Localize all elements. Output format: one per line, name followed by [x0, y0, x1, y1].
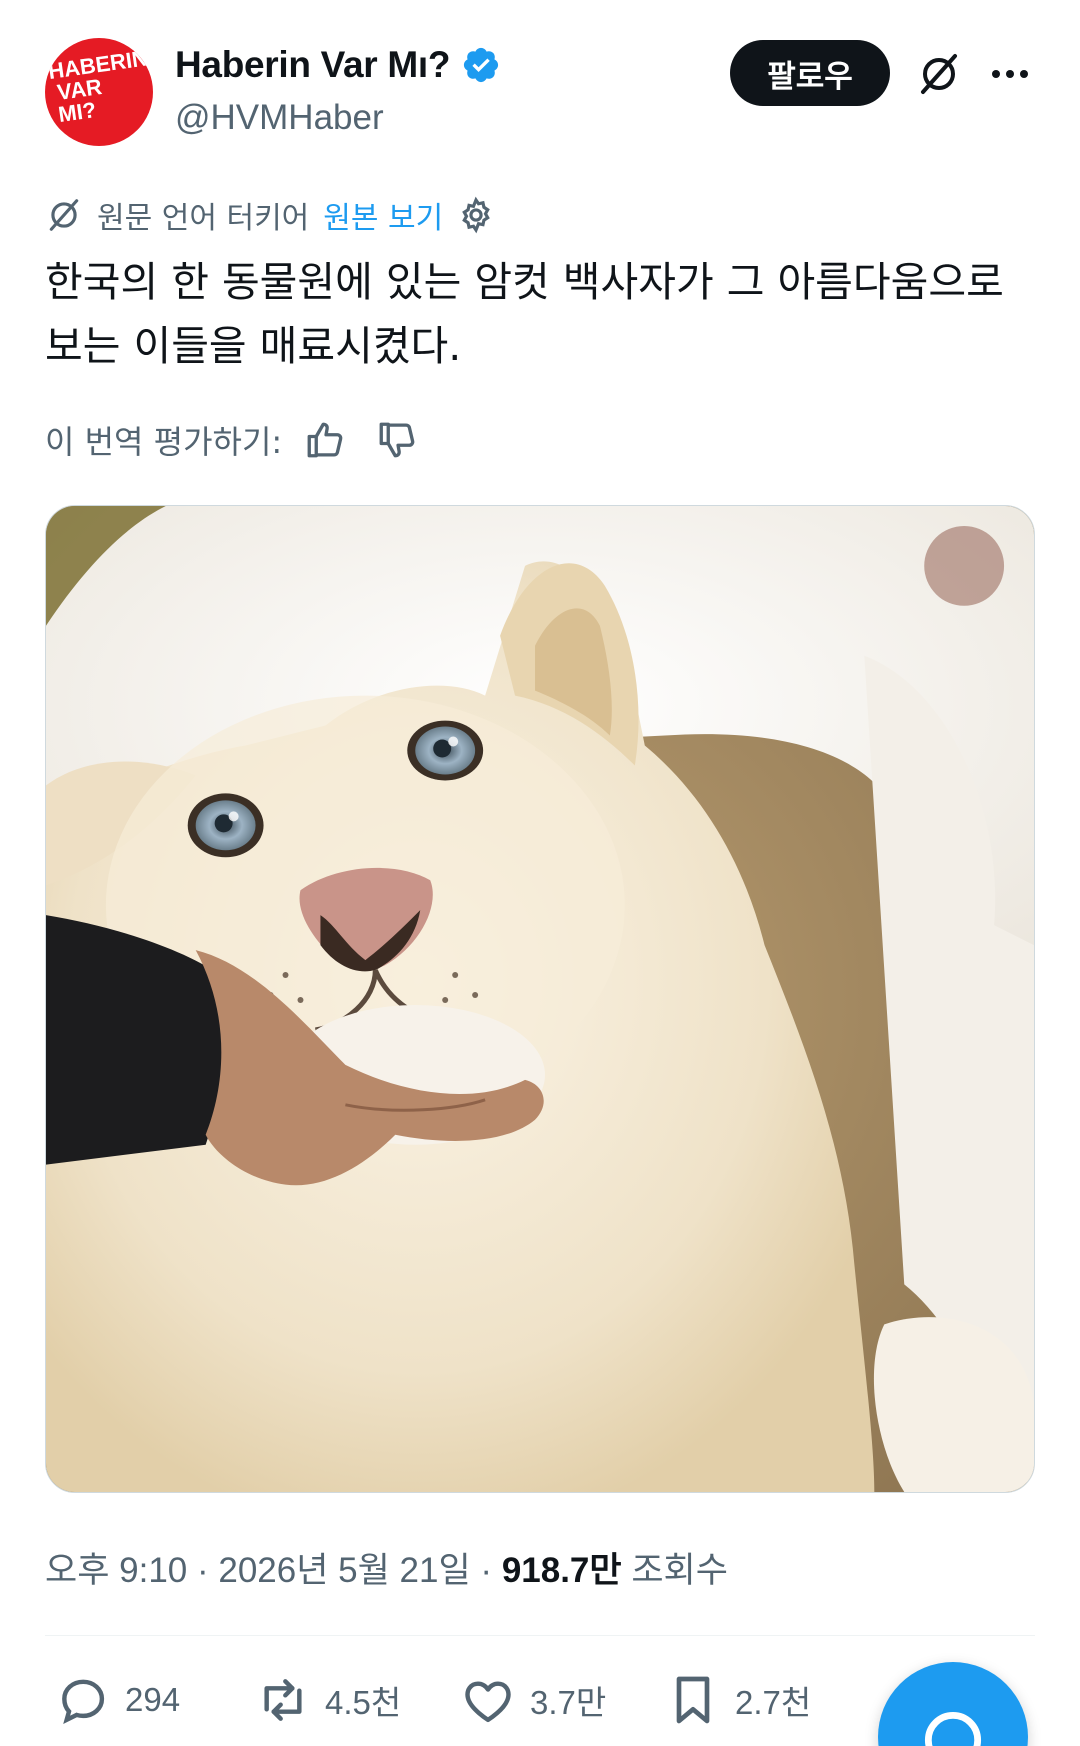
- repost-icon: [264, 1679, 302, 1721]
- divider: [45, 1635, 1035, 1636]
- meta-separator: ·: [480, 1551, 502, 1590]
- meta-separator: ·: [196, 1551, 219, 1590]
- tweet-date[interactable]: 2026년 5월 21일: [218, 1551, 470, 1590]
- tweet-photo[interactable]: [45, 505, 1035, 1493]
- thumbs-down-icon[interactable]: [376, 419, 418, 461]
- bookmark-icon: [676, 1676, 710, 1724]
- tweet-text: 한국의 한 동물원에 있는 암컷 백사자가 그 아름다움으로 보는 이들을 매료…: [45, 258, 1004, 370]
- translation-label: 원문 언어 터키어: [97, 201, 310, 236]
- reply-count: 294: [125, 1681, 181, 1718]
- thumbs-up-icon[interactable]: [304, 419, 346, 461]
- like-count: 3.7만: [530, 1684, 607, 1721]
- rate-translation-label: 이 번역 평가하기:: [45, 423, 283, 461]
- translate-icon: [49, 199, 79, 231]
- compose-icon: [924, 1712, 982, 1746]
- translation-note: 원문 언어 터키어 원본 보기: [45, 193, 509, 237]
- tweet-page: HABERIN VAR MI? Haberin Var Mı? @HVMHabe…: [0, 0, 1080, 1746]
- white-lioness-photo: [46, 506, 1034, 1492]
- tweet-time[interactable]: 오후 9:10: [45, 1551, 187, 1590]
- tweet-meta: 오후 9:10 · 2026년 5월 21일 · 918.7만 조회수: [45, 1542, 728, 1593]
- display-name-row: Haberin Var Mı?: [175, 44, 501, 86]
- reply-button[interactable]: 294: [55, 1670, 180, 1730]
- views-count: 918.7만: [501, 1551, 622, 1590]
- reply-icon: [62, 1679, 105, 1724]
- handle[interactable]: @HVMHaber: [175, 98, 384, 138]
- like-icon: [465, 1681, 511, 1723]
- bookmark-count: 2.7천: [735, 1684, 812, 1721]
- translate-icon[interactable]: [915, 50, 963, 98]
- follow-button[interactable]: 팔로우: [730, 40, 890, 106]
- rate-translation: 이 번역 평가하기:: [45, 418, 448, 462]
- verified-badge-icon: [464, 47, 499, 83]
- display-name[interactable]: Haberin Var Mı?: [175, 44, 450, 86]
- settings-icon[interactable]: [457, 196, 495, 234]
- avatar-logo-text: HABERIN VAR MI?: [46, 45, 150, 128]
- avatar[interactable]: HABERIN VAR MI?: [45, 38, 153, 146]
- show-original-link[interactable]: 원본 보기: [323, 193, 443, 237]
- views-label: 조회수: [631, 1551, 728, 1590]
- like-button[interactable]: 3.7만: [460, 1670, 606, 1730]
- tweet-header: HABERIN VAR MI? Haberin Var Mı? @HVMHabe…: [45, 38, 1035, 148]
- bookmark-button[interactable]: 2.7천: [665, 1670, 811, 1730]
- more-icon[interactable]: [985, 50, 1035, 98]
- repost-count: 4.5천: [325, 1684, 402, 1721]
- repost-button[interactable]: 4.5천: [255, 1670, 401, 1730]
